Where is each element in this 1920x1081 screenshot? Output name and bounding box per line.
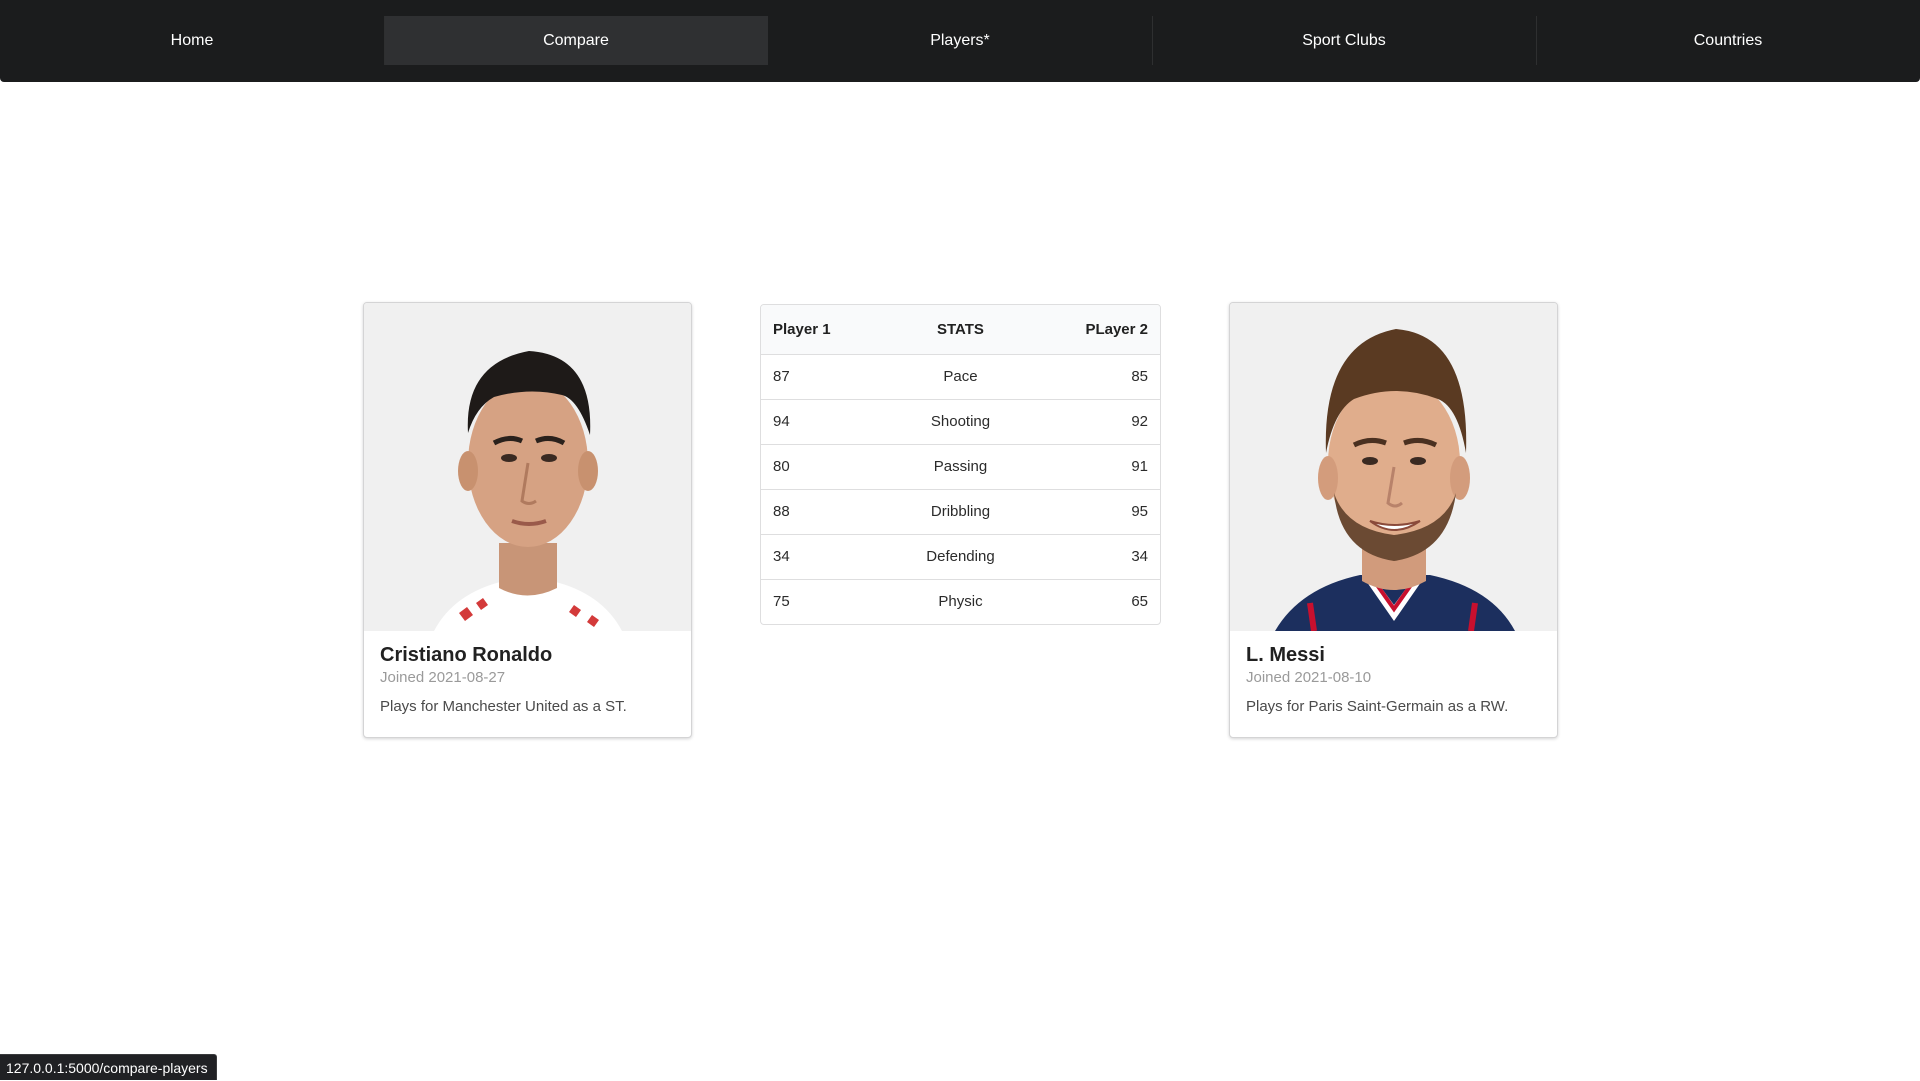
stats-row-shooting: 94 Shooting 92 [761,399,1160,445]
player1-stat-value: 75 [773,593,790,611]
player2-stat-value: 95 [1028,489,1160,535]
nav-item-compare[interactable]: Compare [384,16,768,65]
player2-stat-value: 91 [1028,444,1160,490]
nav-item-players[interactable]: Players* [768,16,1152,65]
player2-stat-value: 34 [1028,534,1160,580]
stats-row-dribbling: 88 Dribbling 95 [761,489,1160,535]
stats-row-pace: 87 Pace 85 [761,354,1160,400]
player1-card: Cristiano Ronaldo Joined 2021-08-27 Play… [363,302,692,738]
stat-name: Physic [938,593,983,611]
player1-card-body: Cristiano Ronaldo Joined 2021-08-27 Play… [364,631,691,717]
player2-photo [1230,303,1557,631]
nav-item-home[interactable]: Home [0,16,384,65]
player1-stat-value: 87 [761,354,893,400]
player2-joined-date: Joined 2021-08-10 [1246,669,1372,686]
player2-stat-value: 85 [1028,354,1160,400]
stat-name: Shooting [892,399,1029,445]
player2-portrait-image [1230,303,1557,631]
player1-joined-date: Joined 2021-08-27 [380,669,506,686]
player2-stat-value: 65 [1131,593,1148,611]
player1-portrait-image [364,303,691,631]
header-player1: Player 1 [761,305,893,355]
browser-status-url: 127.0.0.1:5000/compare-players [0,1054,217,1080]
nav-menu: Home Compare Players* Sport Clubs Countr… [0,16,1920,65]
stats-row-passing: 80 Passing 91 [761,444,1160,490]
player2-card: L. Messi Joined 2021-08-10 Plays for Par… [1229,302,1558,738]
player1-photo [364,303,691,631]
stats-comparison-table: Player 1 STATS PLayer 2 87 Pace 85 94 Sh… [760,304,1161,625]
player2-stat-value: 92 [1028,399,1160,445]
stat-name: Dribbling [892,489,1029,535]
stat-name: Passing [892,444,1029,490]
player1-description: Plays for Manchester United as a ST. [380,698,627,715]
top-navbar: Home Compare Players* Sport Clubs Countr… [0,0,1920,82]
player2-description: Plays for Paris Saint-Germain as a RW. [1246,698,1509,715]
stat-name: Pace [892,354,1029,400]
header-stats: STATS [892,305,1029,355]
player1-stat-value: 34 [761,534,893,580]
nav-item-sport-clubs[interactable]: Sport Clubs [1152,16,1536,65]
stats-row-defending: 34 Defending 34 [761,534,1160,580]
header-player2: PLayer 2 [1028,305,1160,355]
stats-header-row: Player 1 STATS PLayer 2 [761,305,1160,355]
stats-row-physic: 75 Physic 65 [761,579,1160,624]
player1-stat-value: 80 [761,444,893,490]
player2-name: L. Messi [1246,644,1325,666]
player1-name: Cristiano Ronaldo [380,644,553,666]
player2-card-body: L. Messi Joined 2021-08-10 Plays for Par… [1230,631,1557,717]
player1-stat-value: 94 [761,399,893,445]
stat-name: Defending [892,534,1029,580]
player1-stat-value: 88 [761,489,893,535]
nav-item-countries[interactable]: Countries [1536,16,1920,65]
